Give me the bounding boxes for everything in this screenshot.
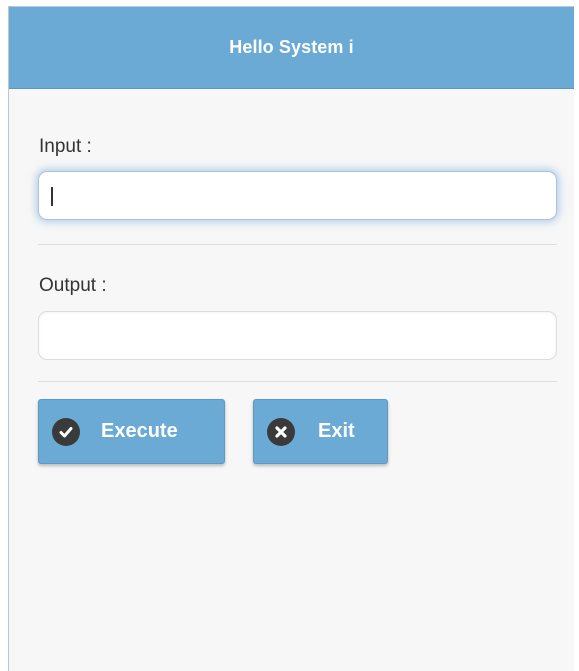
window-title: Hello System i: [229, 37, 354, 57]
exit-button-label: Exit: [318, 420, 355, 442]
divider: [38, 381, 557, 382]
output-label: Output :: [39, 275, 107, 296]
checkmark-icon: [52, 417, 80, 446]
divider: [38, 244, 557, 245]
output-field[interactable]: [38, 311, 557, 360]
text-caret: [51, 187, 53, 206]
close-icon: [267, 417, 295, 446]
execute-button-label: Execute: [101, 420, 178, 442]
execute-button[interactable]: Execute: [38, 399, 225, 464]
input-label: Input :: [39, 136, 92, 157]
header-bar: Hello System i: [9, 7, 574, 89]
app-window: Hello System i Input : Output : Execute …: [8, 6, 574, 671]
input-field[interactable]: [38, 171, 557, 220]
exit-button[interactable]: Exit: [253, 399, 388, 464]
